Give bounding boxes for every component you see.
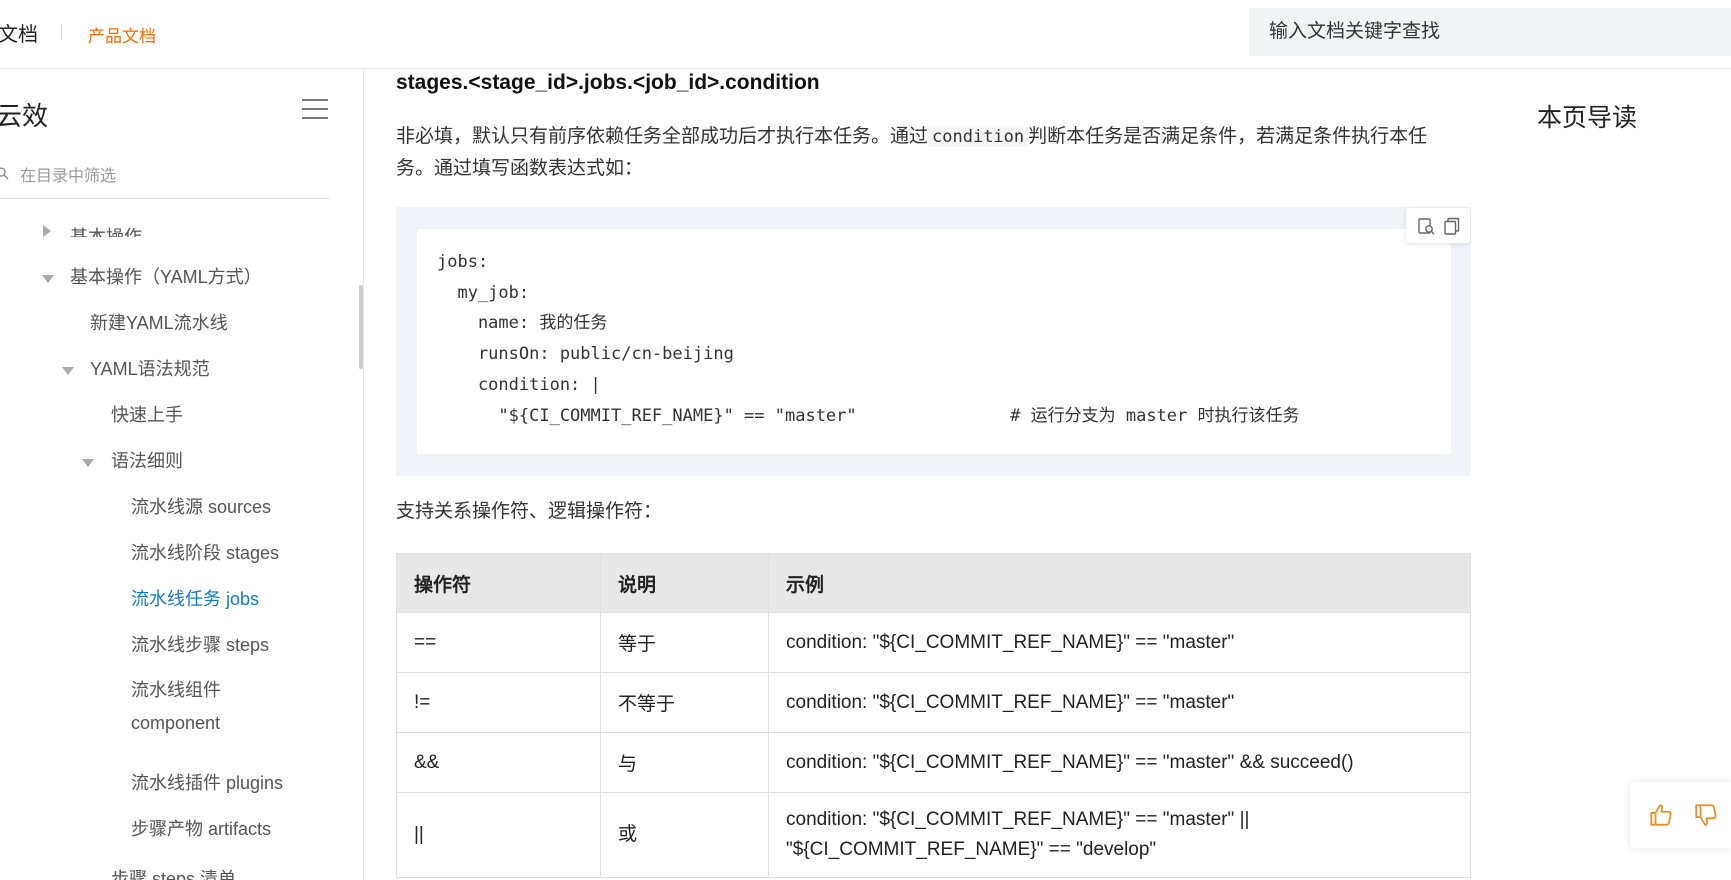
column-header: 操作符 — [396, 553, 601, 613]
inline-code: condition — [928, 127, 1029, 147]
code-line: runsOn: public/cn-beijing — [437, 344, 734, 364]
table-row: || 或 condition: "${CI_COMMIT_REF_NAME}" … — [396, 792, 1471, 878]
copy-icon[interactable] — [1442, 216, 1462, 236]
sidebar-scrollbar[interactable] — [359, 285, 363, 369]
sidebar-item-basic-ops-yaml[interactable]: 基本操作（YAML方式） — [70, 261, 262, 294]
sidebar-item-artifacts[interactable]: 步骤产物 artifacts — [131, 813, 271, 846]
para-text: 非必填，默认只有前序依赖任务全部成功后才执行本任务。通过 — [396, 126, 929, 147]
operators-intro: 支持关系操作符、逻辑操作符： — [396, 501, 663, 522]
code-line: jobs: — [437, 252, 489, 272]
table-cell: condition: "${CI_COMMIT_REF_NAME}" == "m… — [768, 672, 1471, 733]
para-text: 务。通过填写函数表达式如： — [396, 158, 644, 179]
main-content: stages.<stage_id>.jobs.<job_id>.conditio… — [396, 69, 1471, 880]
table-cell: 不等于 — [600, 672, 769, 733]
cell-line: condition: "${CI_COMMIT_REF_NAME}" == "m… — [786, 809, 1250, 830]
column-header: 说明 — [600, 553, 769, 613]
table-cell: condition: "${CI_COMMIT_REF_NAME}" == "m… — [768, 732, 1471, 793]
code-toolbar — [1406, 208, 1470, 243]
sidebar-item-jobs[interactable]: 流水线任务 jobs — [131, 583, 259, 616]
table-cell: condition: "${CI_COMMIT_REF_NAME}" == "m… — [768, 792, 1471, 878]
sidebar-item-yaml-spec[interactable]: YAML语法规范 — [90, 353, 210, 386]
code-line: my_job: — [437, 283, 530, 303]
table-cell: 与 — [600, 732, 769, 793]
sidebar-item-sources[interactable]: 流水线源 sources — [131, 491, 271, 524]
code-line: condition: | — [437, 375, 601, 395]
sidebar-item-stages[interactable]: 流水线阶段 stages — [131, 537, 279, 570]
para-text: 判断本任务是否满足条件，若满足条件执行本任 — [1028, 126, 1428, 147]
thumbs-down-icon[interactable] — [1693, 802, 1719, 828]
table-cell: 或 — [600, 792, 769, 878]
hamburger-icon[interactable] — [302, 99, 328, 121]
table-cell: 等于 — [600, 612, 769, 673]
sidebar-item-label: component — [131, 713, 221, 733]
toc-title: 本页导读 — [1537, 104, 1638, 132]
sidebar: 云效 基本操作 基本操作（YAML方式） 新建YAML流水线 YAML语法规范 … — [0, 69, 364, 880]
section-heading: stages.<stage_id>.jobs.<job_id>.conditio… — [396, 71, 820, 94]
table-cell: != — [396, 672, 601, 733]
thumbs-up-icon[interactable] — [1648, 802, 1674, 828]
code-line: name: 我的任务 — [437, 313, 608, 333]
description-paragraph: 非必填，默认只有前序依赖任务全部成功后才执行本任务。通过 condition 判断本… — [396, 121, 1471, 185]
sidebar-item-plugins[interactable]: 流水线插件 plugins — [131, 767, 283, 800]
table-cell: condition: "${CI_COMMIT_REF_NAME}" == "m… — [768, 612, 1471, 673]
doc-search-input[interactable] — [1249, 8, 1731, 56]
sidebar-filter-input[interactable] — [18, 164, 322, 190]
table-cell: == — [396, 612, 601, 673]
expanded-triangle-icon[interactable] — [42, 275, 54, 283]
top-bar: 文档 产品文档 — [0, 0, 1731, 69]
table-row: != 不等于 condition: "${CI_COMMIT_REF_NAME}… — [396, 672, 1471, 733]
table-cell: && — [396, 732, 601, 793]
operators-table: 操作符 说明 示例 == 等于 condition: "${CI_COMMIT_… — [396, 553, 1471, 878]
product-docs-link[interactable]: 产品文档 — [88, 22, 156, 47]
brand-label[interactable]: 文档 — [0, 18, 38, 47]
table-cell: || — [396, 792, 601, 878]
sidebar-item-new-yaml-pipeline[interactable]: 新建YAML流水线 — [90, 307, 228, 340]
sidebar-item-basic-ops[interactable]: 基本操作 — [70, 223, 142, 237]
table-row: == 等于 condition: "${CI_COMMIT_REF_NAME}"… — [396, 612, 1471, 673]
brand-divider — [61, 24, 62, 40]
sidebar-item-syntax-details[interactable]: 语法细则 — [111, 445, 183, 478]
sidebar-item-steps[interactable]: 流水线步骤 steps — [131, 629, 269, 662]
table-header-row: 操作符 说明 示例 — [396, 553, 1471, 613]
search-icon — [0, 167, 9, 180]
code-line: "${CI_COMMIT_REF_NAME}" == "master" # 运行… — [437, 406, 1300, 426]
cell-line: "${CI_COMMIT_REF_NAME}" == "develop" — [786, 839, 1157, 860]
sidebar-item-component[interactable]: 流水线组件 component — [131, 674, 221, 740]
collapsed-triangle-icon[interactable] — [43, 225, 51, 237]
code-block-body: jobs: my_job: name: 我的任务 runsOn: public/… — [417, 229, 1451, 454]
table-row: && 与 condition: "${CI_COMMIT_REF_NAME}" … — [396, 732, 1471, 793]
sidebar-item-steps-list[interactable]: 步骤 steps 清单 — [111, 863, 236, 880]
code-block: jobs: my_job: name: 我的任务 runsOn: public/… — [396, 207, 1471, 476]
sidebar-filter — [0, 158, 330, 199]
sidebar-item-label: 流水线组件 — [131, 680, 221, 700]
view-code-icon[interactable] — [1416, 216, 1436, 236]
expanded-triangle-icon[interactable] — [62, 367, 74, 375]
feedback-panel — [1630, 782, 1731, 848]
sidebar-title: 云效 — [0, 101, 49, 131]
sidebar-item-quick-start[interactable]: 快速上手 — [111, 399, 183, 432]
column-header: 示例 — [768, 553, 1471, 613]
expanded-triangle-icon[interactable] — [82, 459, 94, 467]
